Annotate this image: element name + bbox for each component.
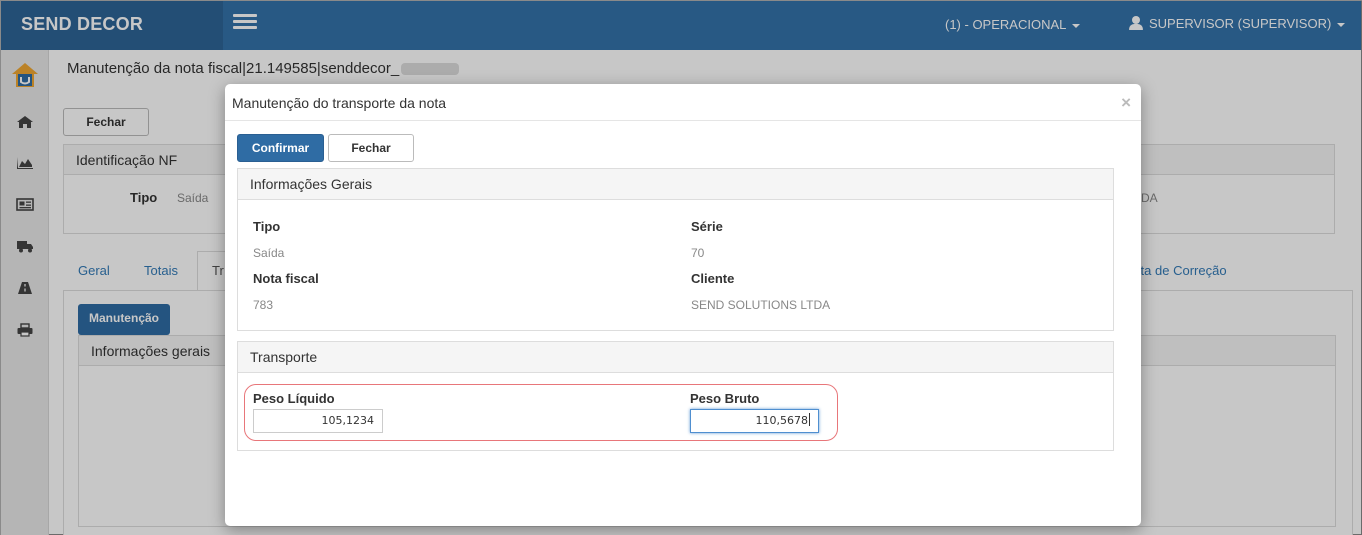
- serie-value: 70: [691, 246, 705, 260]
- tipo-label: Tipo: [253, 219, 281, 234]
- modal-title: Manutenção do transporte da nota: [232, 95, 447, 111]
- close-button[interactable]: Fechar: [328, 134, 414, 162]
- cliente-label: Cliente: [691, 271, 735, 286]
- transport-modal: Manutenção do transporte da nota × Confi…: [225, 84, 1141, 526]
- tipo-value: Saída: [253, 246, 285, 260]
- close-icon[interactable]: ×: [1121, 94, 1131, 111]
- general-info-header: Informações Gerais: [238, 169, 1113, 200]
- general-info-panel: Informações Gerais Tipo Saída Nota fisca…: [237, 168, 1114, 331]
- nota-fiscal-label: Nota fiscal: [253, 271, 319, 286]
- nota-fiscal-value: 783: [253, 298, 274, 312]
- highlight-annotation: [244, 384, 838, 441]
- serie-label: Série: [691, 219, 723, 234]
- transport-header: Transporte: [238, 342, 1113, 373]
- modal-header: Manutenção do transporte da nota ×: [225, 84, 1141, 121]
- cliente-value: SEND SOLUTIONS LTDA: [691, 298, 831, 312]
- confirm-button[interactable]: Confirmar: [237, 134, 324, 162]
